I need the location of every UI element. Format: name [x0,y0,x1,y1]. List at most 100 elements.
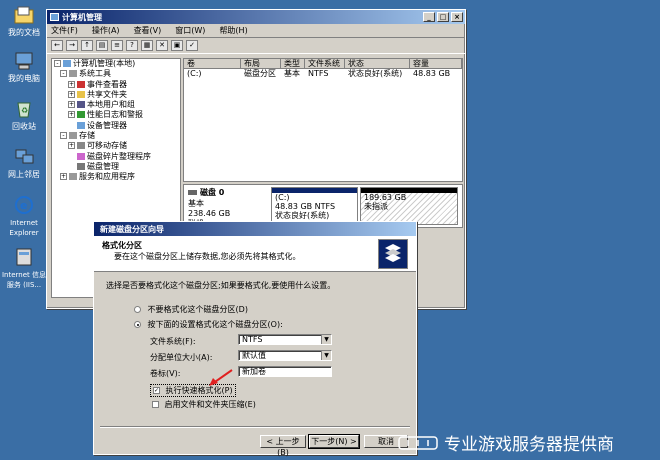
watermark: 专业游戏服务器提供商 [398,430,660,454]
desktop-icon-network-places[interactable]: 网上邻居 [0,146,48,180]
format-radio[interactable] [134,321,141,328]
app-icon [50,13,59,21]
wizard-subheading: 要在这个磁盘分区上储存数据,您必须先将其格式化。 [114,252,301,261]
chevron-down-icon[interactable]: ▼ [321,351,331,360]
col-filesystem[interactable]: 文件系统 [305,59,345,68]
delete-icon[interactable]: ✕ [156,40,168,51]
forward-icon[interactable]: → [66,40,78,51]
help-icon[interactable]: ? [126,40,138,51]
minimize-button[interactable]: _ [423,12,435,22]
bilibili-logo-icon [398,434,438,450]
no-format-radio[interactable] [134,306,141,313]
tree-item-storage[interactable]: - 存储 [52,131,180,141]
filesystem-label: 文件系统(F): [150,337,196,346]
volume-label-label: 卷标(V): [150,369,181,378]
chevron-down-icon[interactable]: ▼ [321,335,331,344]
window-title: 计算机管理 [62,12,102,22]
tree-item-device-manager[interactable]: 设备管理器 [52,121,180,131]
computer-icon [63,60,71,67]
close-button[interactable]: × [451,12,463,22]
menu-view[interactable]: 查看(V) [134,25,162,36]
tree-item-event-viewer[interactable]: + 事件查看器 [52,80,180,90]
new-partition-wizard: 新建磁盘分区向导 格式化分区 要在这个磁盘分区上储存数据,您必须先将其格式化。 … [93,221,417,457]
removable-storage-icon [77,142,85,150]
col-layout[interactable]: 布局 [241,59,281,68]
maximize-button[interactable]: □ [437,12,449,22]
desktop-icon-internet-explorer[interactable]: e Internet Explorer [0,194,48,238]
tools-icon [69,70,77,78]
show-tree-icon[interactable]: ▤ [96,40,108,51]
ie-icon: e [12,194,36,216]
event-viewer-icon [77,80,85,88]
menu-file[interactable]: 文件(F) [51,25,78,36]
menu-help[interactable]: 帮助(H) [219,25,247,36]
compression-option[interactable]: 启用文件和文件夹压缩(E) [152,399,256,410]
back-icon[interactable]: ← [51,40,63,51]
tree-item-computer-management[interactable]: - 计算机管理(本地) [52,59,180,69]
desktop-icon-my-documents[interactable]: 我的文档 [0,4,48,38]
device-manager-icon [77,121,85,129]
export-icon[interactable]: ▣ [171,40,183,51]
properties-icon[interactable]: ≡ [111,40,123,51]
disk-size: 238.46 GB [188,209,231,218]
filesystem-select[interactable]: NTFS ▼ [238,334,332,345]
disk-type: 基本 [188,199,204,208]
no-format-option[interactable]: 不要格式化这个磁盘分区(D) [134,304,248,315]
table-row[interactable]: (C:) 磁盘分区 基本 NTFS 状态良好(系统) 48.83 GB [184,69,462,79]
allocation-label: 分配单位大小(A): [150,353,213,362]
disk-name: 磁盘 0 [188,187,268,198]
wizard-titlebar[interactable]: 新建磁盘分区向导 [94,222,416,236]
partition-unallocated[interactable]: 189.63 GB 未指派 [360,187,458,225]
desktop-icon-my-computer[interactable]: 我的电脑 [0,50,48,84]
red-arrow-annotation [209,369,233,386]
desktop-icon-iis[interactable]: Internet 信息服务 (IIS... [0,246,48,290]
partition-c[interactable]: (C:) 48.83 GB NTFS 状态良好(系统) [271,187,358,225]
svg-text:e: e [20,199,27,212]
my-documents-icon [12,4,36,26]
tree-item-shared-folders[interactable]: + 共享文件夹 [52,90,180,100]
view-icon[interactable]: ▦ [141,40,153,51]
wizard-header: 格式化分区 要在这个磁盘分区上储存数据,您必须先将其格式化。 [94,236,416,272]
quick-format-checkbox[interactable]: ✓ [153,387,160,394]
disk-stack-icon [378,239,408,269]
folder-icon [77,90,85,98]
window-titlebar[interactable]: 计算机管理 _ □ × [47,10,465,24]
disk-icon [188,190,197,195]
storage-icon [69,132,77,140]
wizard-prompt: 选择是否要格式化这个磁盘分区;如果要格式化,要使用什么设置。 [106,281,336,290]
col-status[interactable]: 状态 [345,59,410,68]
menu-window[interactable]: 窗口(W) [175,25,205,36]
compression-checkbox[interactable] [152,401,159,408]
performance-icon [77,111,85,119]
up-icon[interactable]: ↑ [81,40,93,51]
tree-item-performance-logs[interactable]: + 性能日志和警报 [52,110,180,120]
menu-action[interactable]: 操作(A) [92,25,120,36]
toolbar: ← → ↑ ▤ ≡ ? ▦ ✕ ▣ ✓ [47,38,465,54]
menu-bar: 文件(F) 操作(A) 查看(V) 窗口(W) 帮助(H) [47,24,465,38]
watermark-text: 专业游戏服务器提供商 [444,434,614,455]
tree-item-defragmenter[interactable]: 磁盘碎片整理程序 [52,152,180,162]
format-option[interactable]: 按下面的设置格式化这个磁盘分区(O): [134,319,283,330]
tree-item-removable-storage[interactable]: + 可移动存储 [52,141,180,151]
tree-item-local-users[interactable]: + 本地用户和组 [52,100,180,110]
col-type[interactable]: 类型 [281,59,305,68]
network-places-icon [12,146,36,168]
tree-item-system-tools[interactable]: - 系统工具 [52,69,180,79]
back-button[interactable]: < 上一步(B) [260,435,306,457]
tree-item-disk-management[interactable]: 磁盘管理 [52,162,180,172]
my-computer-icon [12,50,36,72]
col-volume[interactable]: 卷 [184,59,241,68]
next-button[interactable]: 下一步(N) > [308,434,360,449]
defrag-icon [77,152,85,160]
col-capacity[interactable]: 容量 [410,59,462,68]
settings-icon[interactable]: ✓ [186,40,198,51]
allocation-select[interactable]: 默认值 ▼ [238,350,332,361]
tree-item-services-apps[interactable]: + 服务和应用程序 [52,172,180,182]
volume-list: 卷 布局 类型 文件系统 状态 容量 (C:) 磁盘分区 基本 NTFS 状态良… [183,58,463,182]
wizard-divider [100,426,410,428]
wizard-heading: 格式化分区 [102,241,142,250]
svg-text:♻: ♻ [21,106,28,115]
desktop-icon-recycle-bin[interactable]: ♻ 回收站 [0,98,48,132]
wizard-title: 新建磁盘分区向导 [100,224,164,234]
volume-label-input[interactable]: 新加卷 [238,366,332,377]
